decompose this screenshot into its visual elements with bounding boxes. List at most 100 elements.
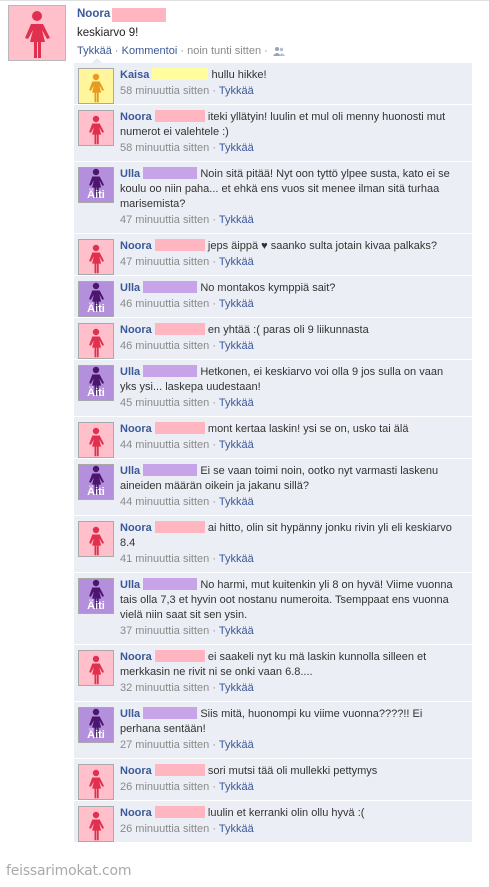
comment-author-avatar[interactable] bbox=[78, 239, 114, 275]
comment-item: Äiti Ulla Noin sitä pitää! Nyt oon tyttö … bbox=[74, 162, 472, 234]
comment-author-avatar[interactable] bbox=[78, 650, 114, 686]
comment-author-avatar[interactable] bbox=[78, 323, 114, 359]
comments-list: Kaisa hullu hikke! 58 minuuttia sitten · … bbox=[74, 58, 472, 843]
comment-author-name[interactable]: Noora bbox=[120, 240, 152, 252]
comment-timestamp[interactable]: 44 minuuttia sitten bbox=[120, 496, 209, 508]
comment-author-name[interactable]: Noora bbox=[120, 423, 152, 435]
comment-like-link[interactable]: Tykkää bbox=[219, 340, 254, 352]
comment-meta: 47 minuuttia sitten · Tykkää bbox=[120, 255, 466, 269]
comment-item: Äiti Ulla Ei se vaan toimi noin, ootko ny… bbox=[74, 459, 472, 516]
post-author-name[interactable]: Noora bbox=[77, 8, 110, 20]
like-link[interactable]: Tykkää bbox=[77, 45, 112, 57]
post-timestamp[interactable]: noin tunti sitten bbox=[187, 45, 261, 57]
comment-author-name[interactable]: Ulla bbox=[120, 282, 140, 294]
comment-author-name[interactable]: Ulla bbox=[120, 465, 140, 477]
comment-timestamp[interactable]: 37 minuuttia sitten bbox=[120, 625, 209, 637]
post-actions: Tykkää · Kommentoi · noin tunti sitten · bbox=[77, 45, 285, 59]
comment-body: Ulla No montakos kymppiä sait? bbox=[120, 281, 466, 296]
comment-like-link[interactable]: Tykkää bbox=[219, 781, 254, 793]
comment-like-link[interactable]: Tykkää bbox=[219, 439, 254, 451]
comment-timestamp[interactable]: 46 minuuttia sitten bbox=[120, 340, 209, 352]
comment-author-avatar[interactable]: Äiti bbox=[78, 578, 114, 614]
comment-author-avatar[interactable] bbox=[78, 110, 114, 146]
comment-timestamp[interactable]: 26 minuuttia sitten bbox=[120, 823, 209, 835]
comment-author-name[interactable]: Ulla bbox=[120, 366, 140, 378]
comment-item: Noora mont kertaa laskin! ysi se on, usk… bbox=[74, 417, 472, 459]
comment-author-avatar[interactable]: Äiti bbox=[78, 707, 114, 743]
separator: · bbox=[212, 823, 217, 835]
comment-author-name[interactable]: Noora bbox=[120, 324, 152, 336]
surname-censor bbox=[143, 464, 198, 476]
comment-item: Noora ai hitto, olin sit hypänny jonku r… bbox=[74, 516, 472, 573]
post-author-surname-censor bbox=[112, 8, 166, 22]
separator: · bbox=[212, 439, 217, 451]
comment-meta: 45 minuuttia sitten · Tykkää bbox=[120, 396, 466, 410]
comment-text: jeps äippä ♥ saanko sulta jotain kivaa p… bbox=[207, 240, 438, 252]
comment-timestamp[interactable]: 47 minuuttia sitten bbox=[120, 256, 209, 268]
comment-author-name[interactable]: Noora bbox=[120, 765, 152, 777]
surname-censor bbox=[143, 167, 198, 179]
surname-censor bbox=[154, 239, 205, 251]
comment-timestamp[interactable]: 47 minuuttia sitten bbox=[120, 214, 209, 226]
comment-timestamp[interactable]: 46 minuuttia sitten bbox=[120, 298, 209, 310]
comment-author-name[interactable]: Ulla bbox=[120, 168, 140, 180]
friends-privacy-icon[interactable] bbox=[272, 46, 285, 59]
comment-timestamp[interactable]: 32 minuuttia sitten bbox=[120, 682, 209, 694]
comment-author-avatar[interactable]: Äiti bbox=[78, 167, 114, 203]
comment-author-avatar[interactable] bbox=[78, 806, 114, 842]
separator: · bbox=[212, 142, 217, 154]
separator: · bbox=[212, 340, 217, 352]
comment-timestamp[interactable]: 58 minuuttia sitten bbox=[120, 142, 209, 154]
comment-like-link[interactable]: Tykkää bbox=[219, 298, 254, 310]
comment-timestamp[interactable]: 27 minuuttia sitten bbox=[120, 739, 209, 751]
comment-body: Noora ai hitto, olin sit hypänny jonku r… bbox=[120, 521, 466, 551]
comment-author-avatar[interactable] bbox=[78, 521, 114, 557]
comment-like-link[interactable]: Tykkää bbox=[219, 682, 254, 694]
comment-like-link[interactable]: Tykkää bbox=[219, 625, 254, 637]
comment-like-link[interactable]: Tykkää bbox=[219, 85, 254, 97]
comment-like-link[interactable]: Tykkää bbox=[219, 823, 254, 835]
surname-censor bbox=[154, 764, 205, 776]
person-silhouette-icon bbox=[89, 73, 105, 103]
comment-body: Kaisa hullu hikke! bbox=[120, 68, 466, 83]
comment-author-name[interactable]: Noora bbox=[120, 111, 152, 123]
person-silhouette-icon bbox=[89, 655, 105, 685]
comment-like-link[interactable]: Tykkää bbox=[219, 496, 254, 508]
comment-meta: 58 minuuttia sitten · Tykkää bbox=[120, 84, 466, 98]
comment-timestamp[interactable]: 45 minuuttia sitten bbox=[120, 397, 209, 409]
comment-author-avatar[interactable] bbox=[78, 764, 114, 800]
comment-link[interactable]: Kommentoi bbox=[122, 45, 178, 57]
comment-author-name[interactable]: Noora bbox=[120, 522, 152, 534]
comment-author-avatar[interactable] bbox=[78, 68, 114, 104]
comment-timestamp[interactable]: 44 minuuttia sitten bbox=[120, 439, 209, 451]
comment-author-name[interactable]: Noora bbox=[120, 807, 152, 819]
post-author-avatar[interactable] bbox=[8, 5, 66, 61]
comment-body: Ulla Hetkonen, ei keskiarvo voi olla 9 j… bbox=[120, 365, 466, 395]
comment-author-avatar[interactable]: Äiti bbox=[78, 464, 114, 500]
comment-like-link[interactable]: Tykkää bbox=[219, 553, 254, 565]
comment-like-link[interactable]: Tykkää bbox=[219, 142, 254, 154]
comment-author-name[interactable]: Ulla bbox=[120, 579, 140, 591]
comment-author-name[interactable]: Kaisa bbox=[120, 69, 149, 81]
comment-author-avatar[interactable]: Äiti bbox=[78, 365, 114, 401]
comment-item: Noora sori mutsi tää oli mullekki pettym… bbox=[74, 759, 472, 801]
comment-timestamp[interactable]: 58 minuuttia sitten bbox=[120, 85, 209, 97]
comment-author-avatar[interactable] bbox=[78, 422, 114, 458]
mother-badge: Äiti bbox=[87, 729, 105, 741]
comment-meta: 32 minuuttia sitten · Tykkää bbox=[120, 681, 466, 695]
comment-like-link[interactable]: Tykkää bbox=[219, 397, 254, 409]
comment-like-link[interactable]: Tykkää bbox=[219, 256, 254, 268]
comment-text: en yhtää :( paras oli 9 liikunnasta bbox=[207, 324, 369, 336]
comment-timestamp[interactable]: 26 minuuttia sitten bbox=[120, 781, 209, 793]
comment-author-name[interactable]: Noora bbox=[120, 651, 152, 663]
comment-like-link[interactable]: Tykkää bbox=[219, 739, 254, 751]
comment-timestamp[interactable]: 41 minuuttia sitten bbox=[120, 553, 209, 565]
separator: · bbox=[114, 45, 119, 57]
comment-author-avatar[interactable]: Äiti bbox=[78, 281, 114, 317]
comment-like-link[interactable]: Tykkää bbox=[219, 214, 254, 226]
comment-meta: 58 minuuttia sitten · Tykkää bbox=[120, 141, 466, 155]
person-silhouette-icon bbox=[89, 115, 105, 145]
comment-author-name[interactable]: Ulla bbox=[120, 708, 140, 720]
comment-item: Noora ei saakeli nyt ku mä laskin kunnol… bbox=[74, 645, 472, 702]
surname-censor bbox=[154, 110, 205, 122]
